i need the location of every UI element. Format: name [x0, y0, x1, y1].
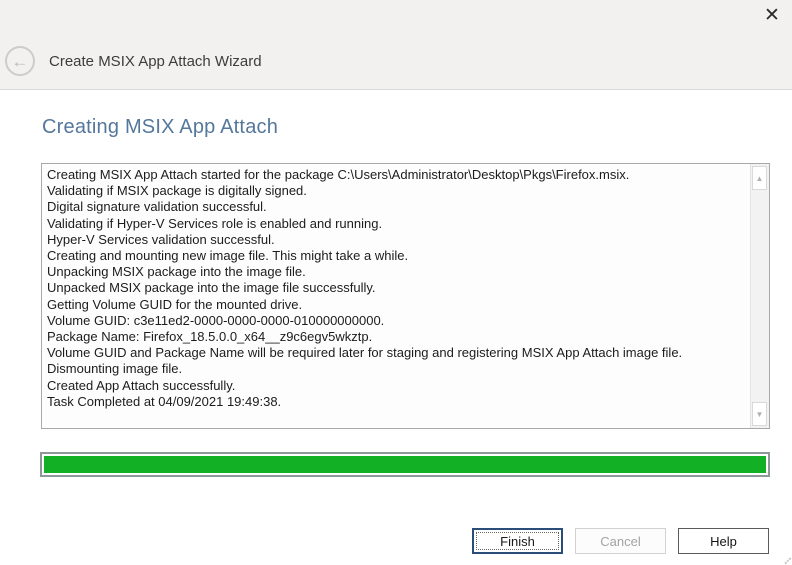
- progress-fill: [44, 456, 766, 473]
- resize-grip: [779, 552, 792, 565]
- log-scrollbar[interactable]: ▲ ▼: [750, 164, 769, 428]
- cancel-button[interactable]: Cancel: [575, 528, 666, 554]
- log-lines: Creating MSIX App Attach started for the…: [47, 167, 747, 426]
- log-output-box: Creating MSIX App Attach started for the…: [41, 163, 770, 429]
- log-line: Package Name: Firefox_18.5.0.0_x64__z9c6…: [47, 329, 747, 345]
- log-line: Created App Attach successfully.: [47, 378, 747, 394]
- back-button[interactable]: ←: [5, 46, 35, 76]
- log-line: Unpacked MSIX package into the image fil…: [47, 280, 747, 296]
- scroll-up-button[interactable]: ▲: [752, 166, 767, 190]
- progress-bar: [40, 452, 770, 477]
- help-button[interactable]: Help: [678, 528, 769, 554]
- back-arrow-icon: ←: [7, 47, 33, 77]
- page-title: Creating MSIX App Attach: [42, 116, 278, 139]
- wizard-window: ✕ ← Create MSIX App Attach Wizard Creati…: [0, 0, 792, 565]
- finish-button[interactable]: Finish: [472, 528, 563, 554]
- log-line: Digital signature validation successful.: [47, 199, 747, 215]
- log-line: Validating if Hyper-V Services role is e…: [47, 216, 747, 232]
- wizard-title: Create MSIX App Attach Wizard: [49, 53, 262, 70]
- log-line: Dismounting image file.: [47, 361, 747, 377]
- log-line: Validating if MSIX package is digitally …: [47, 183, 747, 199]
- log-line: Creating and mounting new image file. Th…: [47, 248, 747, 264]
- close-icon[interactable]: ✕: [756, 2, 788, 30]
- log-line: Getting Volume GUID for the mounted driv…: [47, 297, 747, 313]
- log-line: Hyper-V Services validation successful.: [47, 232, 747, 248]
- scroll-down-button[interactable]: ▼: [752, 402, 767, 426]
- log-line: Volume GUID: c3e11ed2-0000-0000-0000-010…: [47, 313, 747, 329]
- wizard-header: ✕ ← Create MSIX App Attach Wizard: [0, 0, 792, 90]
- log-line: Unpacking MSIX package into the image fi…: [47, 264, 747, 280]
- log-line: Creating MSIX App Attach started for the…: [47, 167, 747, 183]
- log-line: Task Completed at 04/09/2021 19:49:38.: [47, 394, 747, 410]
- log-line: Volume GUID and Package Name will be req…: [47, 345, 747, 361]
